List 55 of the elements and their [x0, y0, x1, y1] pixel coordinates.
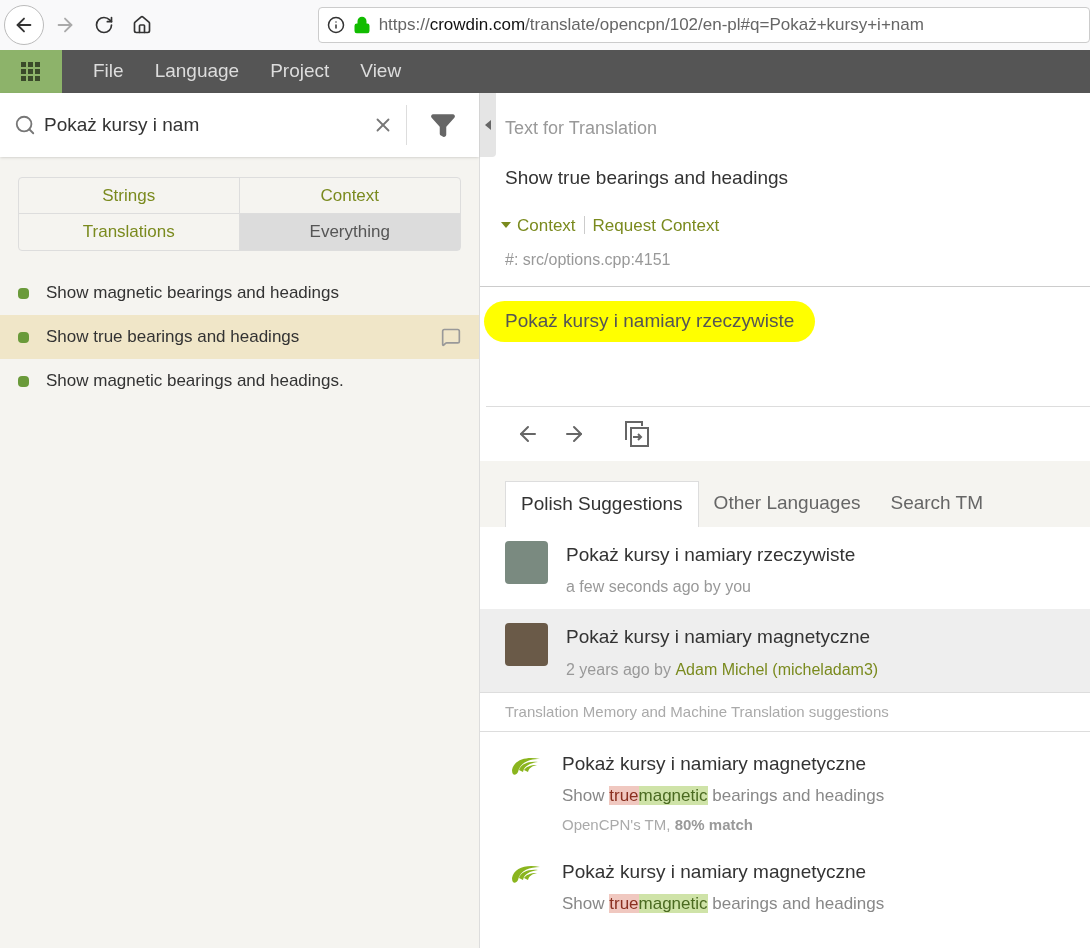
section-heading: Text for Translation — [505, 117, 659, 140]
request-context-link[interactable]: Request Context — [592, 212, 720, 238]
back-button[interactable] — [4, 5, 44, 45]
tm-translation-text: Pokaż kursy i namiary magnetyczne — [562, 752, 868, 777]
string-text: Show magnetic bearings and headings. — [46, 370, 345, 393]
string-text: Show true bearings and headings — [46, 326, 301, 349]
suggestion-meta: 2 years ago by — [566, 659, 672, 680]
caret-icon — [485, 120, 491, 130]
apps-button[interactable] — [0, 50, 62, 93]
grid-icon — [21, 61, 41, 82]
info-icon — [326, 16, 345, 34]
reload-icon — [93, 15, 114, 35]
url-text: https://crowdin.com/translate/opencpn/102/en-pl#q=Pokaż+kursy+i+nam — [378, 14, 924, 37]
string-row[interactable]: Show magnetic bearings and headings — [0, 271, 479, 315]
copy-source-button[interactable] — [624, 420, 650, 449]
avatar-photo-placeholder — [505, 623, 548, 667]
string-row[interactable]: Show true bearings and headings — [0, 315, 479, 359]
filter-icon — [430, 112, 456, 138]
suggestion-text: Pokaż kursy i namiary rzeczywiste — [566, 542, 856, 567]
suggestion-tab[interactable]: Polish Suggestions — [505, 480, 699, 527]
search-field[interactable]: Pokaż kursy i nam — [0, 93, 360, 157]
source-text: Show true bearings and headings — [505, 166, 789, 190]
suggestion-meta: a few seconds ago by you — [566, 577, 751, 597]
tm-source-text: Show truemagnetic bearings and headings — [562, 892, 885, 915]
tm-translation-text: Pokaż kursy i namiary magnetyczne — [562, 860, 868, 885]
tm-heading: Translation Memory and Machine Translation suggestions — [505, 701, 889, 722]
filter-tab[interactable]: Everything — [239, 214, 460, 250]
menu-item[interactable]: Language — [154, 57, 240, 86]
suggestion-row[interactable]: Pokaż kursy i namiary magnetyczne 2 years ago by Adam Michel (micheladam3) — [480, 609, 1090, 692]
string-text: Show magnetic bearings and headings — [46, 282, 340, 305]
collapse-handle[interactable] — [480, 93, 496, 157]
caret-icon — [501, 222, 511, 229]
menu-item[interactable]: Project — [270, 57, 330, 86]
suggestion-text: Pokaż kursy i namiary magnetyczne — [566, 625, 872, 650]
suggestion-tab[interactable]: Other Languages — [698, 480, 876, 527]
tm-source-text: Show truemagnetic bearings and headings — [562, 784, 885, 807]
translation-field[interactable]: Pokaż kursy i namiary rzeczywiste — [484, 301, 816, 342]
context-toggle[interactable]: Context — [501, 212, 576, 238]
address-bar[interactable]: https://crowdin.com/translate/opencpn/102/en-pl#q=Pokaż+kursy+i+nam — [317, 7, 1090, 43]
copy-icon — [624, 420, 650, 449]
home-icon — [131, 15, 152, 35]
context-text: #: src/options.cpp:4151 — [505, 250, 672, 270]
author-link[interactable]: Adam Michel (micheladam3) — [675, 657, 879, 682]
lock-icon — [352, 16, 371, 34]
menu-item[interactable]: View — [360, 57, 402, 86]
string-row[interactable]: Show magnetic bearings and headings. — [0, 359, 479, 403]
menu-item[interactable]: File — [93, 57, 124, 86]
search-icon — [14, 114, 36, 136]
filter-tab[interactable]: Translations — [19, 214, 240, 250]
filter-tab[interactable]: Strings — [19, 178, 240, 214]
reload-button[interactable] — [93, 15, 114, 35]
tm-match-info: OpenCPN's TM, 80% match — [562, 815, 754, 836]
suggestion-tab[interactable]: Search TM — [875, 480, 999, 527]
home-button[interactable] — [131, 15, 152, 35]
avatar-photo-placeholder — [505, 540, 548, 584]
